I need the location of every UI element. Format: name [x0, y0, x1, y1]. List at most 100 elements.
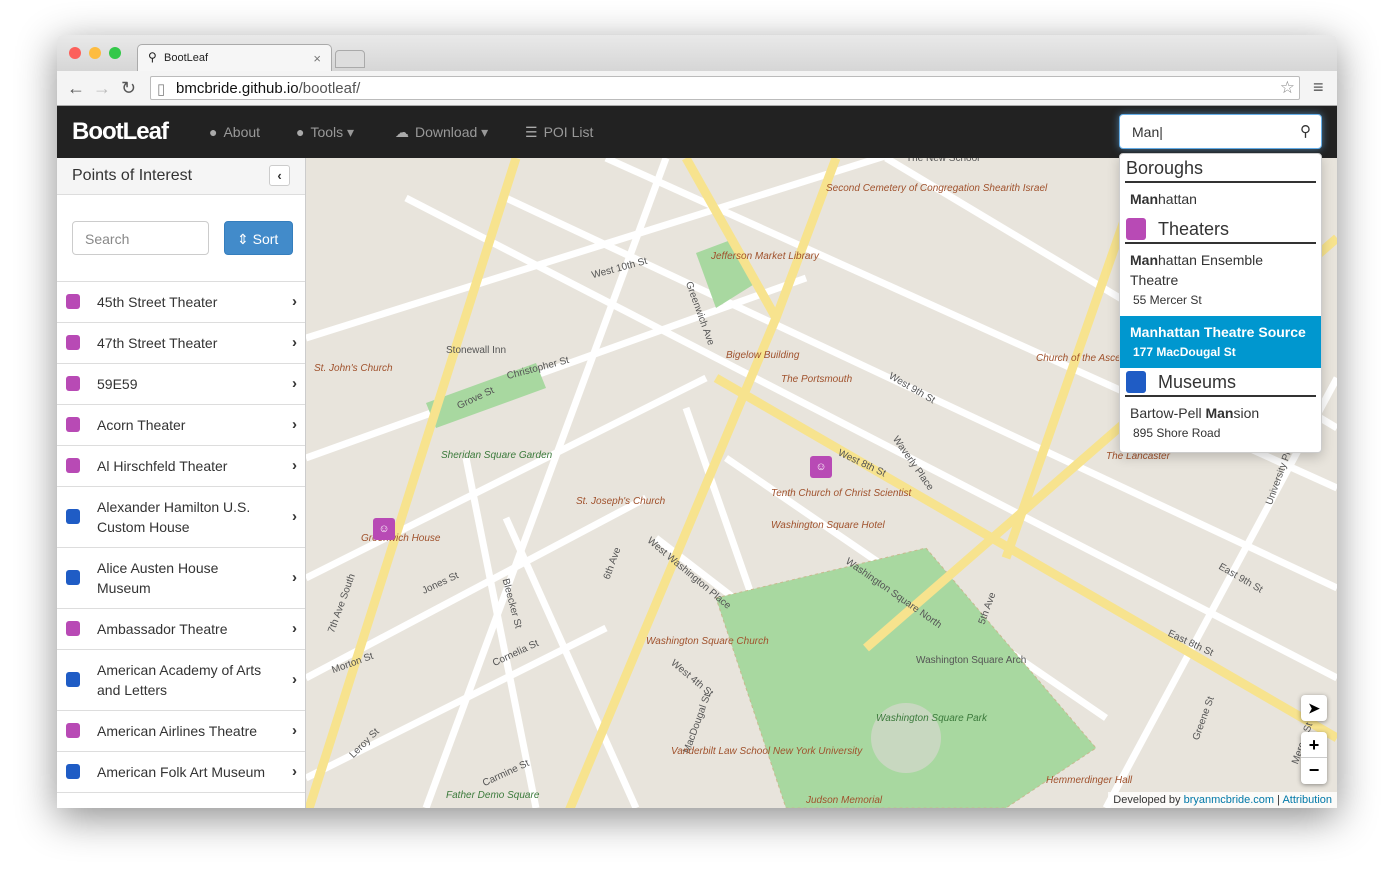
- collapse-sidebar-button[interactable]: ‹: [269, 165, 290, 186]
- minimize-window-button[interactable]: [89, 47, 101, 59]
- chevron-right-icon: ›: [292, 763, 297, 780]
- sidebar-header: Points of Interest ‹: [57, 158, 305, 195]
- map-label: Judson Memorial: [806, 795, 883, 806]
- url-field[interactable]: ▯ bmcbride.github.io/bootleaf/ ☆: [150, 76, 1300, 100]
- poi-list-item[interactable]: Acorn Theater ›: [57, 405, 305, 446]
- developer-link[interactable]: bryanmcbride.com: [1184, 794, 1274, 806]
- location-arrow-icon: ➤: [1308, 700, 1320, 716]
- chevron-right-icon: ›: [292, 334, 297, 351]
- museum-icon: [66, 570, 80, 585]
- poi-search-input[interactable]: Search: [72, 221, 209, 255]
- poi-name: 45th Street Theater: [97, 294, 218, 310]
- map-label: Stonewall Inn: [446, 345, 507, 356]
- poi-list-item[interactable]: Al Hirschfeld Theater ›: [57, 446, 305, 487]
- map-label: Tenth Church of Christ Scientist: [771, 488, 912, 499]
- navbar: BootLeaf ● About ● Tools ▾ ☁ Download ▾ ☰ PO…: [57, 106, 1337, 158]
- attribution-prefix: Developed by: [1113, 794, 1184, 806]
- poi-list-item[interactable]: American Airlines Theatre ›: [57, 711, 305, 752]
- poi-list-item[interactable]: American Academy of Arts and Letters ›: [57, 650, 305, 711]
- brand-logo[interactable]: BootLeaf: [72, 118, 169, 146]
- search-results-dropdown: Boroughs Manhattan Theaters Manhattan En…: [1119, 153, 1322, 453]
- poi-list-item[interactable]: 59E59 ›: [57, 364, 305, 405]
- poi-list-item[interactable]: American Folk Art Museum ›: [57, 752, 305, 793]
- theater-icon: [66, 335, 80, 350]
- chevron-right-icon: ›: [292, 293, 297, 310]
- map-label: The New School: [906, 158, 980, 164]
- nav-poi-list[interactable]: ☰ POI List: [525, 124, 593, 141]
- result-name: Manhattan Theatre Source: [1130, 324, 1306, 340]
- sort-button[interactable]: ⇕ Sort: [224, 221, 293, 255]
- match-text: Man: [1130, 191, 1158, 207]
- map-label: The Portsmouth: [781, 374, 853, 385]
- result-bartow-pell-mansion[interactable]: Bartow-Pell Mansion 895 Shore Road: [1120, 397, 1321, 449]
- close-tab-icon[interactable]: ×: [313, 51, 321, 66]
- poi-list-item[interactable]: Ambassador Theatre ›: [57, 609, 305, 650]
- map-label: Vanderbilt Law School New York Universit…: [671, 746, 863, 757]
- close-window-button[interactable]: [69, 47, 81, 59]
- poi-list-item[interactable]: Alexander Hamilton U.S. Custom House ›: [57, 487, 305, 548]
- locate-button[interactable]: ➤: [1301, 695, 1327, 721]
- theater-icon: [66, 376, 80, 391]
- map-label: Second Cemetery of Congregation Shearith…: [826, 183, 1048, 194]
- result-manhattan-theatre-source[interactable]: Manhattan Theatre Source 177 MacDougal St: [1120, 316, 1321, 368]
- museum-icon: [66, 764, 80, 779]
- map-label: Father Demo Square: [446, 790, 540, 801]
- poi-name: Alice Austen House Museum: [97, 560, 219, 596]
- sort-icon: ⇕: [237, 231, 253, 247]
- map-pin-icon: ⚲: [148, 50, 157, 64]
- nav-tools[interactable]: ● Tools ▾: [296, 124, 354, 141]
- rest-text: hattan: [1158, 191, 1197, 207]
- sort-label: Sort: [252, 231, 279, 247]
- poi-list-item[interactable]: Alice Austen House Museum ›: [57, 548, 305, 609]
- zoom-out-button[interactable]: −: [1301, 758, 1327, 784]
- forward-icon[interactable]: →: [93, 78, 111, 99]
- theater-marker[interactable]: ☺: [373, 518, 395, 540]
- result-manhattan[interactable]: Manhattan: [1120, 183, 1321, 215]
- result-manhattan-ensemble-theatre[interactable]: Manhattan Ensemble Theatre 55 Mercer St: [1120, 244, 1321, 316]
- sidebar: Points of Interest ‹ Search ⇕ Sort 45th S…: [57, 158, 306, 808]
- poi-name: 59E59: [97, 376, 138, 392]
- browser-tab[interactable]: ⚲ BootLeaf ×: [137, 44, 332, 71]
- theater-marker[interactable]: ☺: [810, 456, 832, 478]
- star-icon[interactable]: ☆: [1280, 78, 1295, 98]
- poi-list-item[interactable]: American Immigration History Center›: [57, 793, 305, 808]
- nav-label: POI List: [543, 124, 594, 140]
- chevron-right-icon: ›: [292, 569, 297, 586]
- poi-list-item[interactable]: 47th Street Theater ›: [57, 323, 305, 364]
- menu-icon[interactable]: ≡: [1313, 77, 1324, 98]
- url-path: /bootleaf/: [298, 80, 361, 97]
- attribution-link[interactable]: Attribution: [1282, 794, 1332, 806]
- new-tab-button[interactable]: [335, 50, 365, 68]
- theater-icon: [66, 458, 80, 473]
- tab-bar: ⚲ BootLeaf ×: [57, 35, 1337, 71]
- nav-download[interactable]: ☁ Download ▾: [395, 124, 488, 141]
- sidebar-tools: Search ⇕ Sort: [57, 195, 305, 282]
- map-label: Washington Square Church: [646, 636, 769, 647]
- chevron-right-icon: ›: [292, 620, 297, 637]
- theater-icon: [66, 723, 80, 738]
- url-host: bmcbride.github.io: [176, 80, 299, 97]
- browser-window: ⚲ BootLeaf × ← → ↻ ▯ bmcbride.github.io/boo…: [57, 35, 1337, 808]
- maximize-window-button[interactable]: [109, 47, 121, 59]
- tab-title: BootLeaf: [164, 52, 209, 64]
- zoom-in-button[interactable]: +: [1301, 732, 1327, 758]
- search-input[interactable]: Man| ⚲: [1119, 114, 1322, 149]
- map-label: Sheridan Square Garden: [441, 450, 553, 461]
- poi-name: American Folk Art Museum: [97, 764, 266, 780]
- poi-name: American Immigration History Center: [97, 805, 233, 808]
- back-icon[interactable]: ←: [67, 78, 85, 99]
- list-icon: ☰: [525, 124, 538, 140]
- theater-icon: [66, 621, 80, 636]
- map-label: Hemmerdinger Hall: [1046, 775, 1133, 786]
- address: 177 MacDougal St: [1133, 345, 1236, 359]
- nav-label: About: [223, 124, 261, 140]
- map-label: Jefferson Market Library: [711, 251, 819, 262]
- reload-icon[interactable]: ↻: [121, 78, 136, 99]
- page-icon: ▯: [157, 81, 166, 98]
- nav-label: Download ▾: [415, 124, 489, 140]
- nav-about[interactable]: ● About: [209, 124, 260, 140]
- cloud-download-icon: ☁: [395, 124, 409, 140]
- address: 55 Mercer St: [1133, 293, 1202, 307]
- poi-list-item[interactable]: 45th Street Theater ›: [57, 282, 305, 323]
- attribution: Developed by bryanmcbride.com | Attribut…: [1108, 792, 1337, 808]
